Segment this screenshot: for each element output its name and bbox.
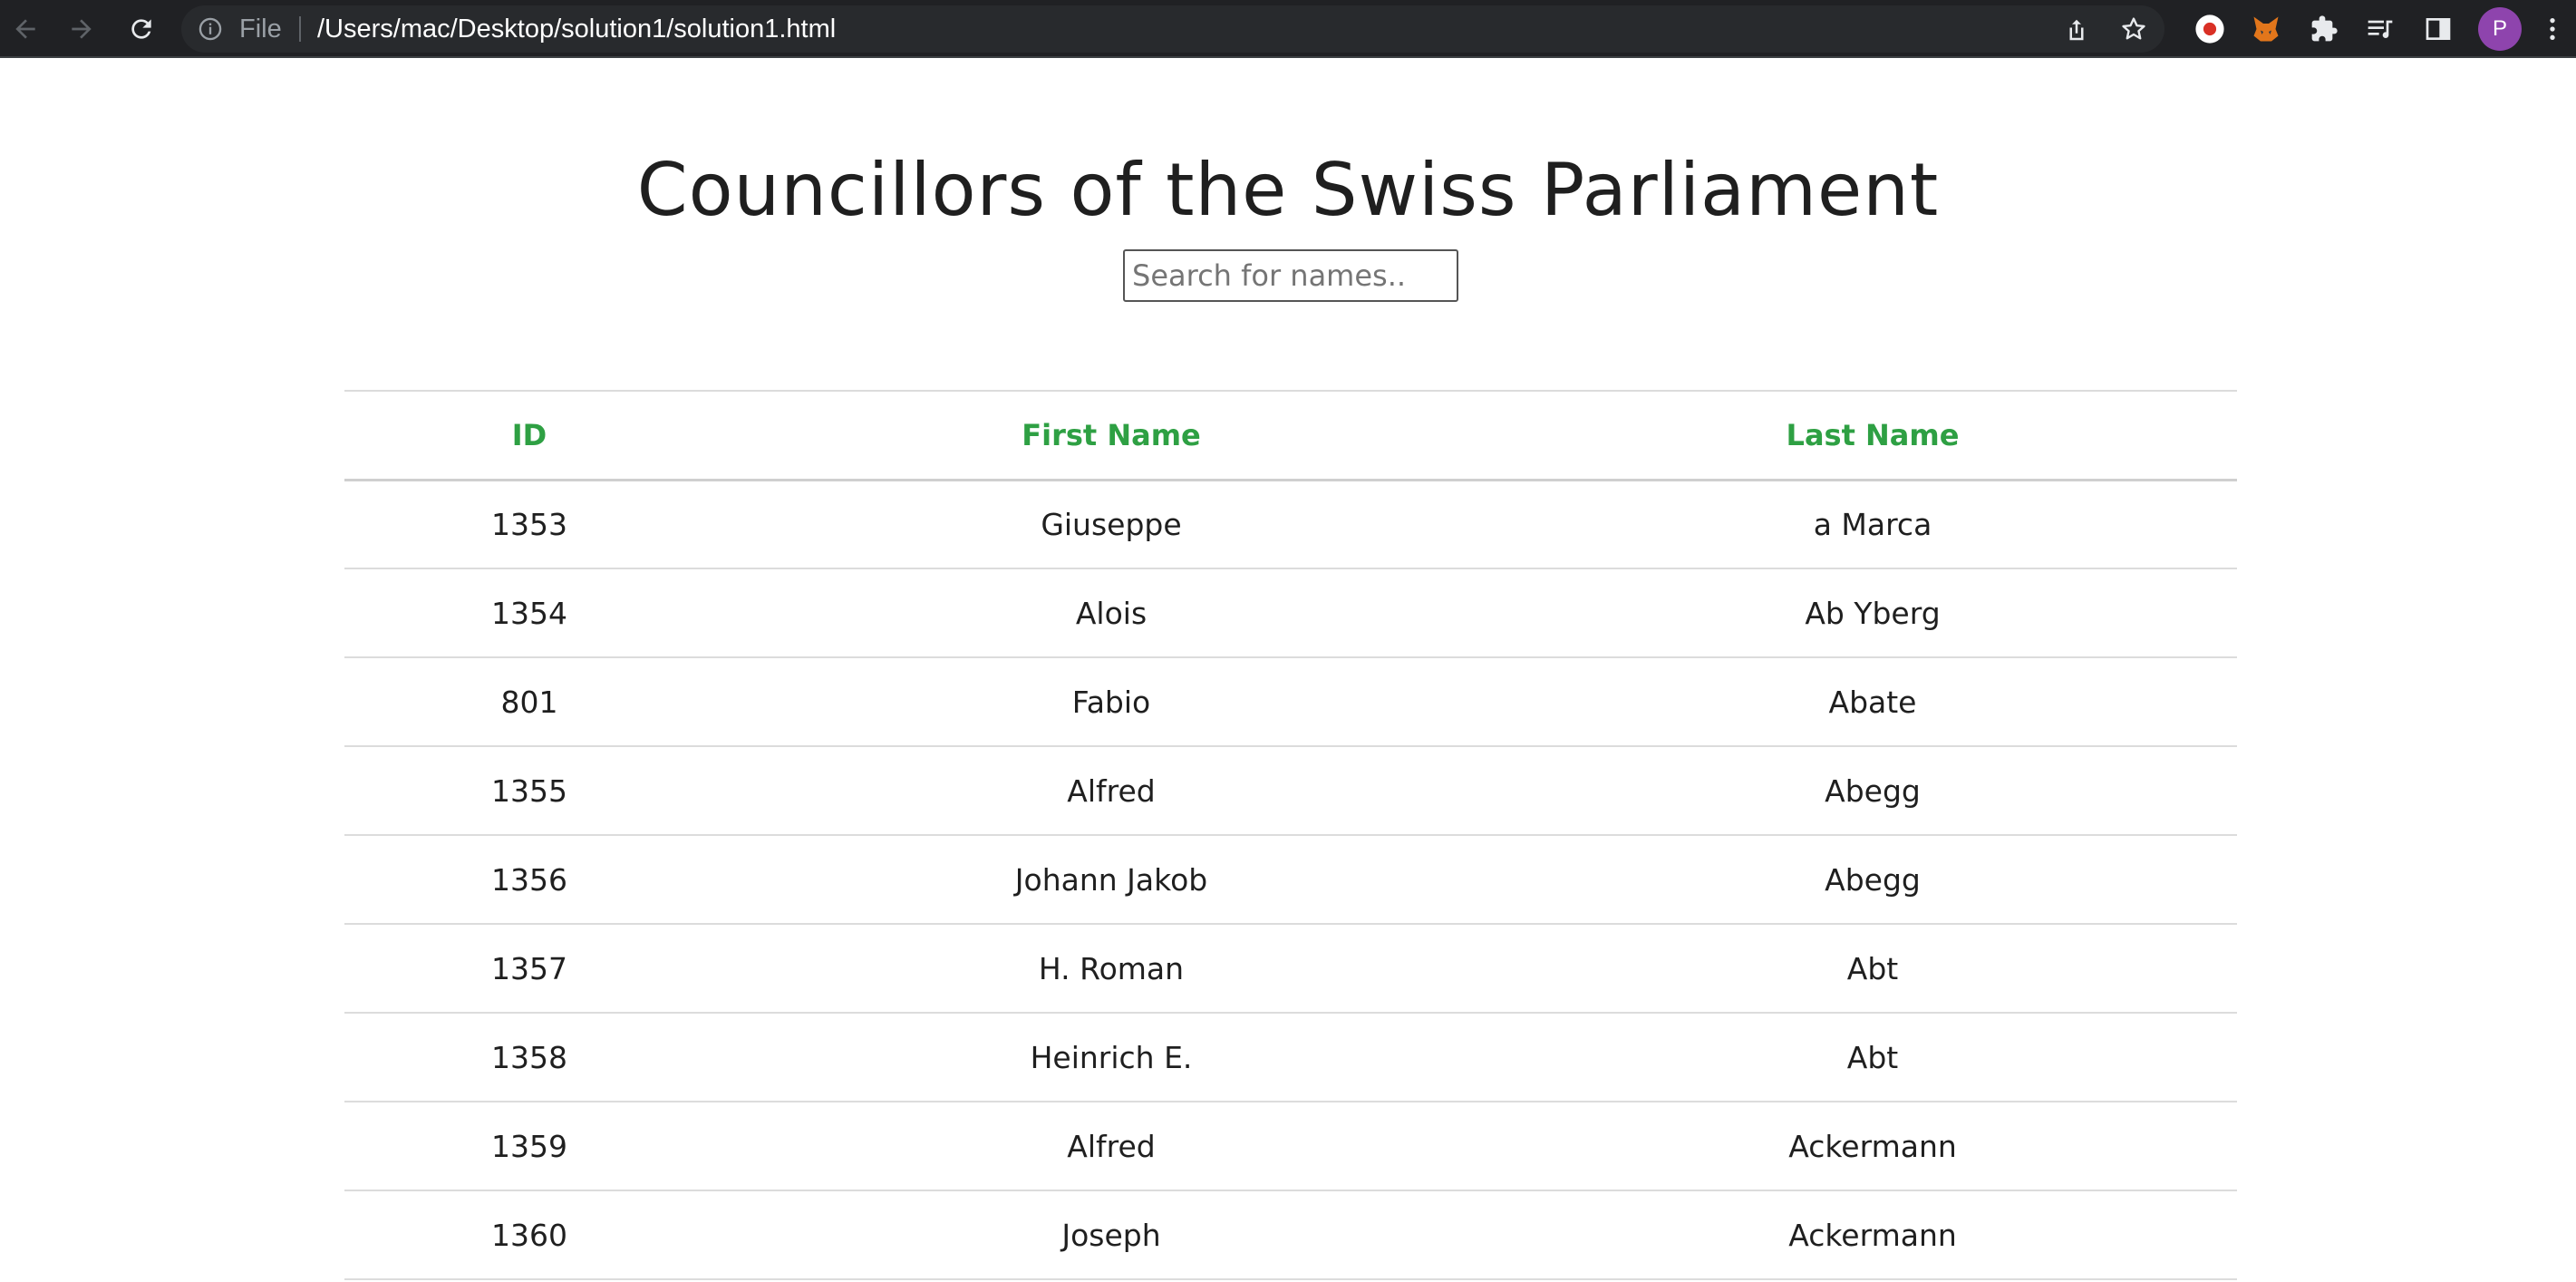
table-row: 1357 H. Roman Abt (344, 924, 2237, 1014)
search-input[interactable] (1123, 249, 1458, 302)
table-row: 1354 Alois Ab Yberg (344, 568, 2237, 658)
cell-id: 1355 (344, 746, 714, 836)
cell-first-name: Alfred (714, 1102, 1508, 1191)
table-row: 1353 Giuseppe a Marca (344, 480, 2237, 569)
cell-id: 1357 (344, 924, 714, 1014)
table-row: 1355 Alfred Abegg (344, 746, 2237, 836)
column-header-first-name[interactable]: First Name (714, 390, 1508, 481)
cell-id: 801 (344, 657, 714, 747)
cell-id: 1353 (344, 480, 714, 569)
table-header-row: ID First Name Last Name (344, 390, 2237, 481)
table-row: 1360 Joseph Ackermann (344, 1190, 2237, 1280)
cell-last-name: Ackermann (1508, 1190, 2237, 1280)
table-row: 1359 Alfred Ackermann (344, 1102, 2237, 1191)
cell-first-name: H. Roman (714, 924, 1508, 1014)
share-icon[interactable] (2063, 16, 2090, 44)
cell-id: 1359 (344, 1102, 714, 1191)
table-row: 1358 Heinrich E. Abt (344, 1013, 2237, 1102)
reload-button[interactable] (121, 9, 161, 49)
back-button[interactable] (5, 9, 45, 49)
cell-last-name: Abt (1508, 924, 2237, 1014)
councillors-table: ID First Name Last Name 1353 Giuseppe a … (344, 390, 2237, 1280)
url-text[interactable]: /Users/mac/Desktop/solution1/solution1.h… (317, 15, 836, 44)
cell-first-name: Alfred (714, 746, 1508, 836)
info-icon[interactable] (198, 16, 223, 42)
cell-id: 1356 (344, 835, 714, 925)
page-title: Councillors of the Swiss Parliament (636, 148, 1940, 232)
cell-last-name: Abate (1508, 657, 2237, 747)
column-header-last-name[interactable]: Last Name (1508, 390, 2237, 481)
cell-last-name: a Marca (1508, 480, 2237, 569)
arrow-left-icon (15, 19, 35, 39)
extension-record-icon[interactable] (2192, 11, 2228, 47)
cell-id: 1354 (344, 568, 714, 658)
cell-id: 1360 (344, 1190, 714, 1280)
table-row: 801 Fabio Abate (344, 657, 2237, 747)
cell-first-name: Heinrich E. (714, 1013, 1508, 1102)
url-scheme-label: File (239, 15, 282, 44)
cell-first-name: Johann Jakob (714, 835, 1508, 925)
address-bar[interactable]: File /Users/mac/Desktop/solution1/soluti… (181, 5, 2164, 53)
arrow-right-icon (72, 19, 92, 39)
browser-toolbar: File /Users/mac/Desktop/solution1/soluti… (0, 0, 2576, 58)
cell-id: 1358 (344, 1013, 714, 1102)
table-row: 1356 Johann Jakob Abegg (344, 835, 2237, 925)
reload-icon (131, 19, 151, 39)
extension-fox-icon[interactable] (2248, 11, 2284, 47)
side-panel-icon[interactable] (2420, 11, 2456, 47)
profile-avatar[interactable]: P (2478, 7, 2522, 51)
cell-first-name: Giuseppe (714, 480, 1508, 569)
cell-first-name: Fabio (714, 657, 1508, 747)
cell-first-name: Alois (714, 568, 1508, 658)
omnibox-divider (299, 16, 301, 42)
reading-list-icon[interactable] (2362, 11, 2398, 47)
more-menu-icon[interactable] (2534, 11, 2571, 47)
cell-last-name: Abegg (1508, 835, 2237, 925)
cell-last-name: Abt (1508, 1013, 2237, 1102)
cell-last-name: Ab Yberg (1508, 568, 2237, 658)
cell-first-name: Joseph (714, 1190, 1508, 1280)
extensions-puzzle-icon[interactable] (2306, 11, 2342, 47)
forward-button[interactable] (62, 9, 102, 49)
cell-last-name: Ackermann (1508, 1102, 2237, 1191)
bookmark-star-icon[interactable] (2119, 15, 2148, 44)
cell-last-name: Abegg (1508, 746, 2237, 836)
column-header-id[interactable]: ID (344, 390, 714, 481)
